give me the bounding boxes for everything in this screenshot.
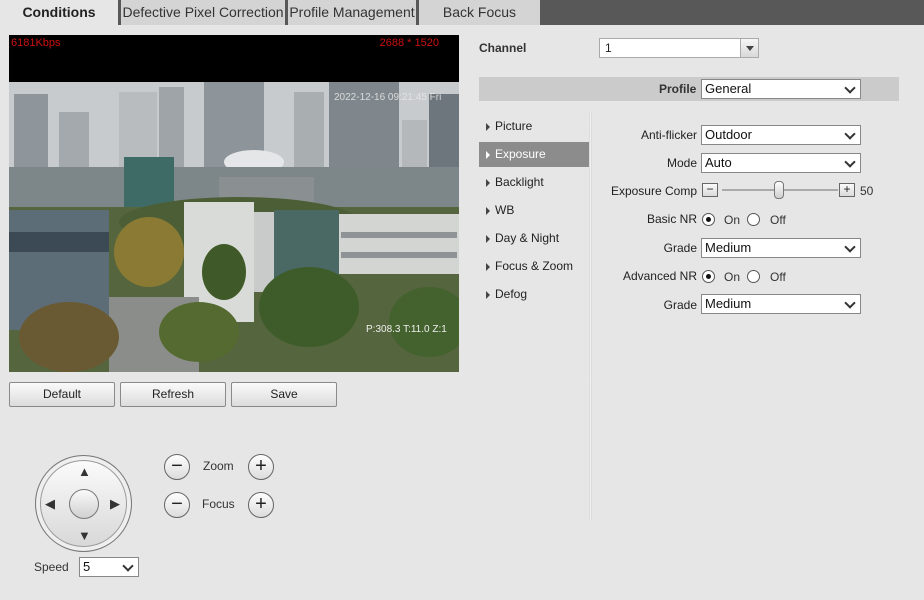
tab-profile-management[interactable]: Profile Management [288,0,416,25]
basic-nr-off-radio[interactable] [747,213,760,226]
dropdown-arrow-icon [740,39,758,57]
ptz-readout-overlay: P:308.3 T:11.0 Z:1 [366,324,447,335]
timestamp-overlay: 2022-12-16 09:21:45 Fri [334,92,442,103]
menu-item-defog[interactable]: Defog [479,282,589,307]
exposure-comp-value: 50 [860,184,874,198]
exposure-comp-label: Exposure Comp [610,184,697,198]
advanced-nr-label: Advanced NR [622,269,697,283]
chevron-down-icon [842,80,860,98]
grade-select-basic[interactable]: Medium [701,238,861,258]
anti-flicker-value: Outdoor [705,127,752,142]
tab-defective-pixel-correction[interactable]: Defective Pixel Correction [121,0,285,25]
basic-nr-label: Basic NR [646,212,697,226]
advanced-nr-on-radio[interactable] [702,270,715,283]
exposure-comp-increase-button[interactable]: + [839,183,855,197]
menu-item-exposure[interactable]: Exposure [479,142,589,167]
menu-item-picture[interactable]: Picture [479,114,589,139]
refresh-button[interactable]: Refresh [120,382,226,407]
profile-select[interactable]: General [701,79,861,99]
exposure-comp-slider-thumb[interactable] [774,181,784,199]
channel-value: 1 [605,41,612,55]
focus-in-button[interactable]: + [248,492,274,518]
focus-label: Focus [202,497,235,511]
grade-basic-value: Medium [705,240,752,255]
focus-out-button[interactable]: − [164,492,190,518]
chevron-down-icon [120,558,138,576]
up-arrow-icon[interactable]: ▲ [78,465,91,478]
speed-value: 5 [83,559,91,574]
speed-select[interactable]: 5 [79,557,139,577]
default-button[interactable]: Default [9,382,115,407]
zoom-in-button[interactable]: + [248,454,274,480]
chevron-down-icon [842,239,860,257]
profile-label: Profile [659,82,697,96]
profile-value: General [705,81,752,96]
anti-flicker-label: Anti-flicker [640,128,697,142]
speed-label: Speed [34,560,69,574]
zoom-label: Zoom [203,459,234,473]
bitrate-overlay: 6181Kbps [11,37,61,49]
advanced-nr-off-label: Off [770,270,786,284]
ptz-center-button[interactable] [69,489,99,519]
basic-nr-on-label: On [724,213,741,227]
chevron-down-icon [842,295,860,313]
advanced-nr-off-radio[interactable] [747,270,760,283]
channel-label: Channel [479,41,527,55]
grade-advanced-value: Medium [705,296,752,311]
resolution-overlay: 2688 * 1520 [379,37,439,49]
grade-select-advanced[interactable]: Medium [701,294,861,314]
anti-flicker-select[interactable]: Outdoor [701,125,861,145]
save-button[interactable]: Save [231,382,337,407]
tab-back-focus[interactable]: Back Focus [419,0,540,25]
mode-value: Auto [705,155,732,170]
mode-select[interactable]: Auto [701,153,861,173]
channel-select[interactable]: 1 [599,38,759,58]
menu-item-focus-zoom[interactable]: Focus & Zoom [479,254,589,279]
basic-nr-on-radio[interactable] [702,213,715,226]
advanced-nr-on-label: On [724,270,741,284]
left-arrow-icon[interactable]: ◀ [45,497,55,510]
menu-item-wb[interactable]: WB [479,198,589,223]
tab-bar: Conditions Defective Pixel Correction Pr… [0,0,924,25]
panel-divider [589,111,592,521]
down-arrow-icon[interactable]: ▼ [78,529,91,542]
basic-nr-off-label: Off [770,213,786,227]
grade-label: Grade [663,241,697,255]
right-arrow-icon[interactable]: ▶ [110,497,120,510]
video-preview[interactable]: 6181Kbps 2688 * 1520 2022-12-16 09:21:45… [9,35,459,372]
ptz-direction-pad: ▲ ▼ ◀ ▶ [35,455,132,552]
chevron-down-icon [842,126,860,144]
grade-label: Grade [663,298,697,312]
zoom-out-button[interactable]: − [164,454,190,480]
exposure-comp-decrease-button[interactable]: − [702,183,718,197]
mode-label: Mode [666,156,697,170]
tab-conditions[interactable]: Conditions [0,0,118,25]
menu-item-backlight[interactable]: Backlight [479,170,589,195]
menu-item-day-night[interactable]: Day & Night [479,226,589,251]
chevron-down-icon [842,154,860,172]
